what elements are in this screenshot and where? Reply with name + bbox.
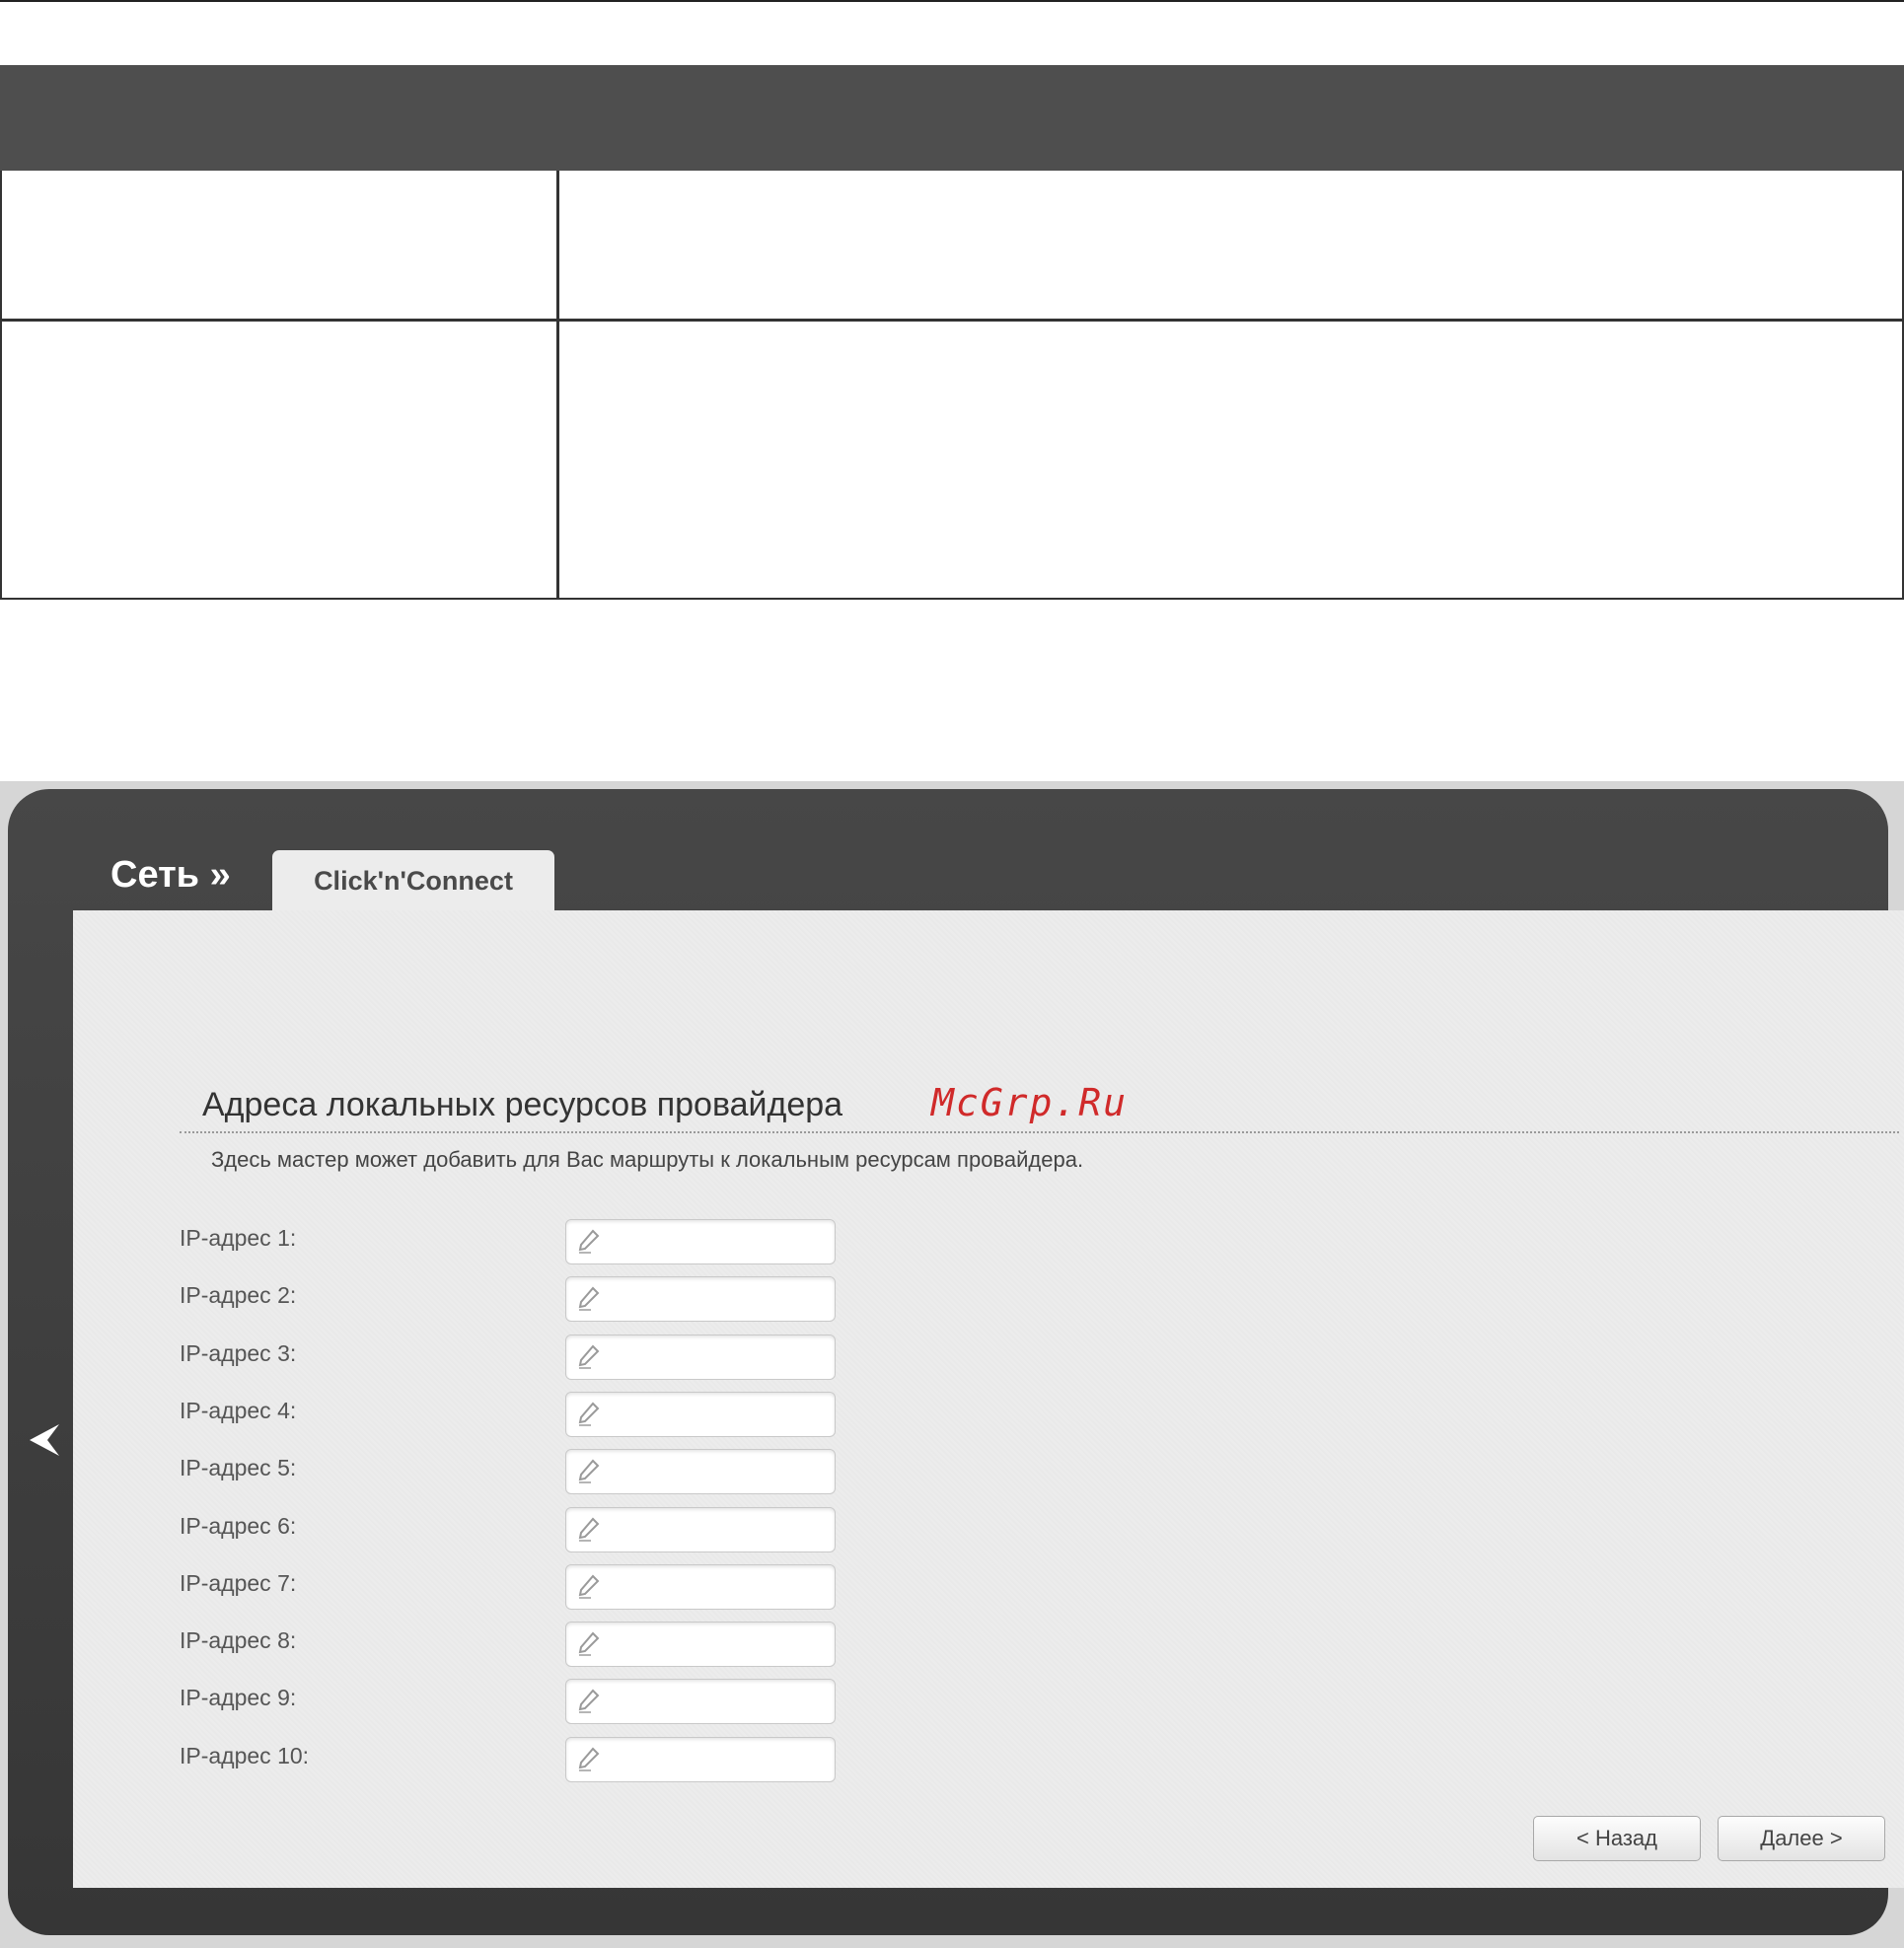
ip-address-input[interactable] <box>606 1682 831 1721</box>
doc-table-body <box>0 171 1904 600</box>
top-rule <box>0 0 1904 2</box>
pencil-icon <box>578 1229 600 1254</box>
ip-address-field[interactable] <box>565 1737 836 1782</box>
ip-address-field[interactable] <box>565 1335 836 1380</box>
doc-table-row-divider <box>2 319 1902 322</box>
pencil-icon <box>578 1402 600 1426</box>
ip-address-field[interactable] <box>565 1392 836 1437</box>
ip-address-input[interactable] <box>606 1740 831 1779</box>
pencil-icon <box>578 1286 600 1311</box>
ip-address-label: IP-адрес 9: <box>180 1685 297 1710</box>
pencil-icon <box>578 1574 600 1599</box>
pencil-icon <box>578 1344 600 1369</box>
ip-address-input[interactable] <box>606 1279 831 1319</box>
ip-address-label: IP-адрес 2: <box>180 1282 297 1308</box>
section-description: Здесь мастер может добавить для Вас марш… <box>211 1147 1084 1172</box>
ip-address-input[interactable] <box>606 1222 831 1262</box>
tab-click-n-connect[interactable]: Click'n'Connect <box>272 850 554 911</box>
ip-address-field[interactable] <box>565 1276 836 1322</box>
ip-address-label: IP-адрес 8: <box>180 1627 297 1653</box>
ip-address-label: IP-адрес 1: <box>180 1225 297 1251</box>
ui-dark-frame: Сеть » Click'n'Connect Адреса локальных … <box>8 789 1904 1935</box>
ip-address-input[interactable] <box>606 1395 831 1434</box>
ip-address-input[interactable] <box>606 1624 831 1664</box>
doc-table <box>0 65 1904 600</box>
section-divider <box>180 1131 1899 1133</box>
ip-address-label: IP-адрес 5: <box>180 1455 297 1480</box>
next-button[interactable]: Далее > <box>1718 1816 1885 1861</box>
ip-address-field[interactable] <box>565 1507 836 1552</box>
pencil-icon <box>578 1631 600 1656</box>
doc-table-header <box>0 65 1904 171</box>
ip-address-input[interactable] <box>606 1337 831 1377</box>
pencil-icon <box>578 1747 600 1771</box>
section-title: Адреса локальных ресурсов провайдера <box>202 1086 843 1123</box>
breadcrumb-network[interactable]: Сеть » <box>110 854 231 897</box>
ip-address-input[interactable] <box>606 1452 831 1491</box>
back-button[interactable]: < Назад <box>1533 1816 1701 1861</box>
pencil-icon <box>578 1689 600 1713</box>
ip-address-field[interactable] <box>565 1679 836 1724</box>
router-ui-screenshot: Сеть » Click'n'Connect Адреса локальных … <box>0 781 1904 1948</box>
ip-address-field[interactable] <box>565 1219 836 1264</box>
ip-address-label: IP-адрес 3: <box>180 1340 297 1366</box>
doc-table-column-divider <box>556 171 559 598</box>
content-panel: Адреса локальных ресурсов провайдера McG… <box>73 910 1904 1888</box>
ip-address-field[interactable] <box>565 1449 836 1494</box>
pencil-icon <box>578 1459 600 1483</box>
ip-address-label: IP-адрес 7: <box>180 1570 297 1596</box>
chevron-left-icon[interactable] <box>28 1422 61 1458</box>
ip-address-input[interactable] <box>606 1567 831 1607</box>
ip-address-label: IP-адрес 10: <box>180 1743 310 1768</box>
ip-address-field[interactable] <box>565 1564 836 1610</box>
pencil-icon <box>578 1517 600 1542</box>
ip-address-label: IP-адрес 4: <box>180 1398 297 1423</box>
ip-address-input[interactable] <box>606 1510 831 1550</box>
watermark: McGrp.Ru <box>931 1081 1129 1124</box>
ip-address-label: IP-адрес 6: <box>180 1513 297 1539</box>
ip-address-field[interactable] <box>565 1622 836 1667</box>
